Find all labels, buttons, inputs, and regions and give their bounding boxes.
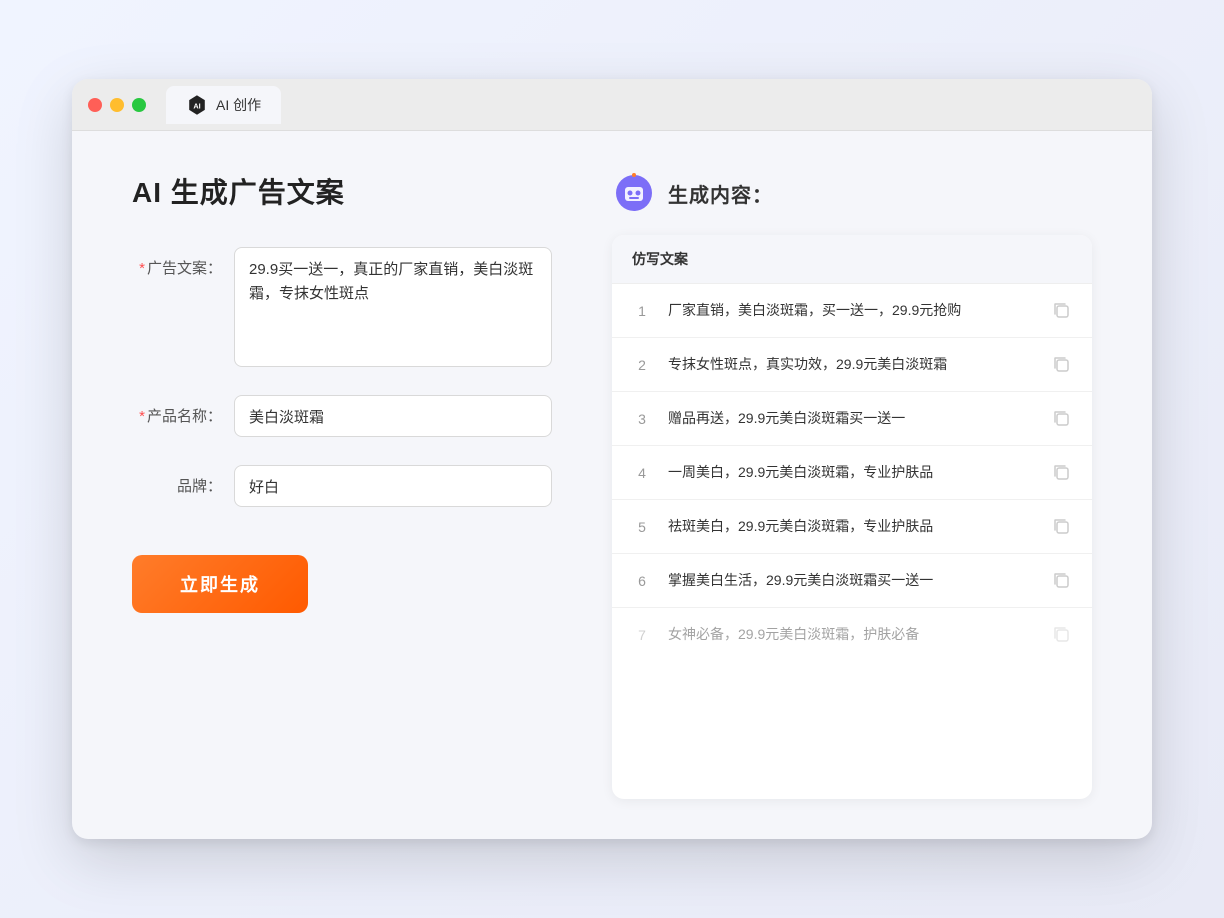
brand-label: 品牌：: [132, 465, 222, 496]
row-text: 赠品再送，29.9元美白淡斑霜买一送一: [668, 408, 1036, 429]
copy-icon[interactable]: [1052, 409, 1072, 429]
copy-icon[interactable]: [1052, 355, 1072, 375]
table-row: 5 祛斑美白，29.9元美白淡斑霜，专业护肤品: [612, 500, 1092, 554]
table-row: 6 掌握美白生活，29.9元美白淡斑霜买一送一: [612, 554, 1092, 608]
row-text: 祛斑美白，29.9元美白淡斑霜，专业护肤品: [668, 516, 1036, 537]
table-row: 4 一周美白，29.9元美白淡斑霜，专业护肤品: [612, 446, 1092, 500]
row-number: 1: [632, 303, 652, 319]
copy-icon[interactable]: [1052, 517, 1072, 537]
robot-icon: [612, 171, 656, 215]
row-text: 掌握美白生活，29.9元美白淡斑霜买一送一: [668, 570, 1036, 591]
ai-creation-tab[interactable]: AI AI 创作: [166, 86, 281, 124]
left-panel: AI 生成广告文案 *广告文案： *产品名称： 品牌： 立: [132, 171, 552, 799]
row-text: 一周美白，29.9元美白淡斑霜，专业护肤品: [668, 462, 1036, 483]
row-text: 女神必备，29.9元美白淡斑霜，护肤必备: [668, 624, 1036, 645]
result-title: 生成内容：: [668, 179, 773, 208]
product-name-input[interactable]: [234, 395, 552, 437]
table-header: 仿写文案: [612, 235, 1092, 284]
product-name-group: *产品名称：: [132, 395, 552, 437]
row-number: 2: [632, 357, 652, 373]
result-header: 生成内容：: [612, 171, 1092, 215]
required-star-2: *: [139, 408, 145, 425]
row-number: 3: [632, 411, 652, 427]
table-row: 3 赠品再送，29.9元美白淡斑霜买一送一: [612, 392, 1092, 446]
row-number: 4: [632, 465, 652, 481]
minimize-button[interactable]: [110, 98, 124, 112]
svg-text:AI: AI: [193, 101, 200, 110]
result-table: 仿写文案 1 厂家直销，美白淡斑霜，买一送一，29.9元抢购 2 专抹女性斑点，…: [612, 235, 1092, 799]
maximize-button[interactable]: [132, 98, 146, 112]
page-title: AI 生成广告文案: [132, 171, 552, 211]
brand-input[interactable]: [234, 465, 552, 507]
row-text: 专抹女性斑点，真实功效，29.9元美白淡斑霜: [668, 354, 1036, 375]
main-content: AI 生成广告文案 *广告文案： *产品名称： 品牌： 立: [72, 131, 1152, 839]
row-number: 6: [632, 573, 652, 589]
row-text: 厂家直销，美白淡斑霜，买一送一，29.9元抢购: [668, 300, 1036, 321]
copy-icon[interactable]: [1052, 301, 1072, 321]
ai-tab-icon: AI: [186, 94, 208, 116]
table-row: 1 厂家直销，美白淡斑霜，买一送一，29.9元抢购: [612, 284, 1092, 338]
table-row: 2 专抹女性斑点，真实功效，29.9元美白淡斑霜: [612, 338, 1092, 392]
ad-copy-input[interactable]: [234, 247, 552, 367]
copy-icon[interactable]: [1052, 625, 1072, 645]
required-star-1: *: [139, 260, 145, 277]
browser-window: AI AI 创作 AI 生成广告文案 *广告文案： *产品名称：: [72, 79, 1152, 839]
row-number: 7: [632, 627, 652, 643]
generate-button[interactable]: 立即生成: [132, 555, 308, 613]
ad-copy-group: *广告文案：: [132, 247, 552, 367]
right-panel: 生成内容： 仿写文案 1 厂家直销，美白淡斑霜，买一送一，29.9元抢购 2 专…: [612, 171, 1092, 799]
window-controls: [88, 98, 146, 112]
copy-icon[interactable]: [1052, 571, 1072, 591]
table-row: 7 女神必备，29.9元美白淡斑霜，护肤必备: [612, 608, 1092, 661]
results-container: 1 厂家直销，美白淡斑霜，买一送一，29.9元抢购 2 专抹女性斑点，真实功效，…: [612, 284, 1092, 661]
title-bar: AI AI 创作: [72, 79, 1152, 131]
tab-label: AI 创作: [216, 95, 261, 115]
ad-copy-label: *广告文案：: [132, 247, 222, 278]
brand-group: 品牌：: [132, 465, 552, 507]
close-button[interactable]: [88, 98, 102, 112]
product-name-label: *产品名称：: [132, 395, 222, 426]
row-number: 5: [632, 519, 652, 535]
copy-icon[interactable]: [1052, 463, 1072, 483]
